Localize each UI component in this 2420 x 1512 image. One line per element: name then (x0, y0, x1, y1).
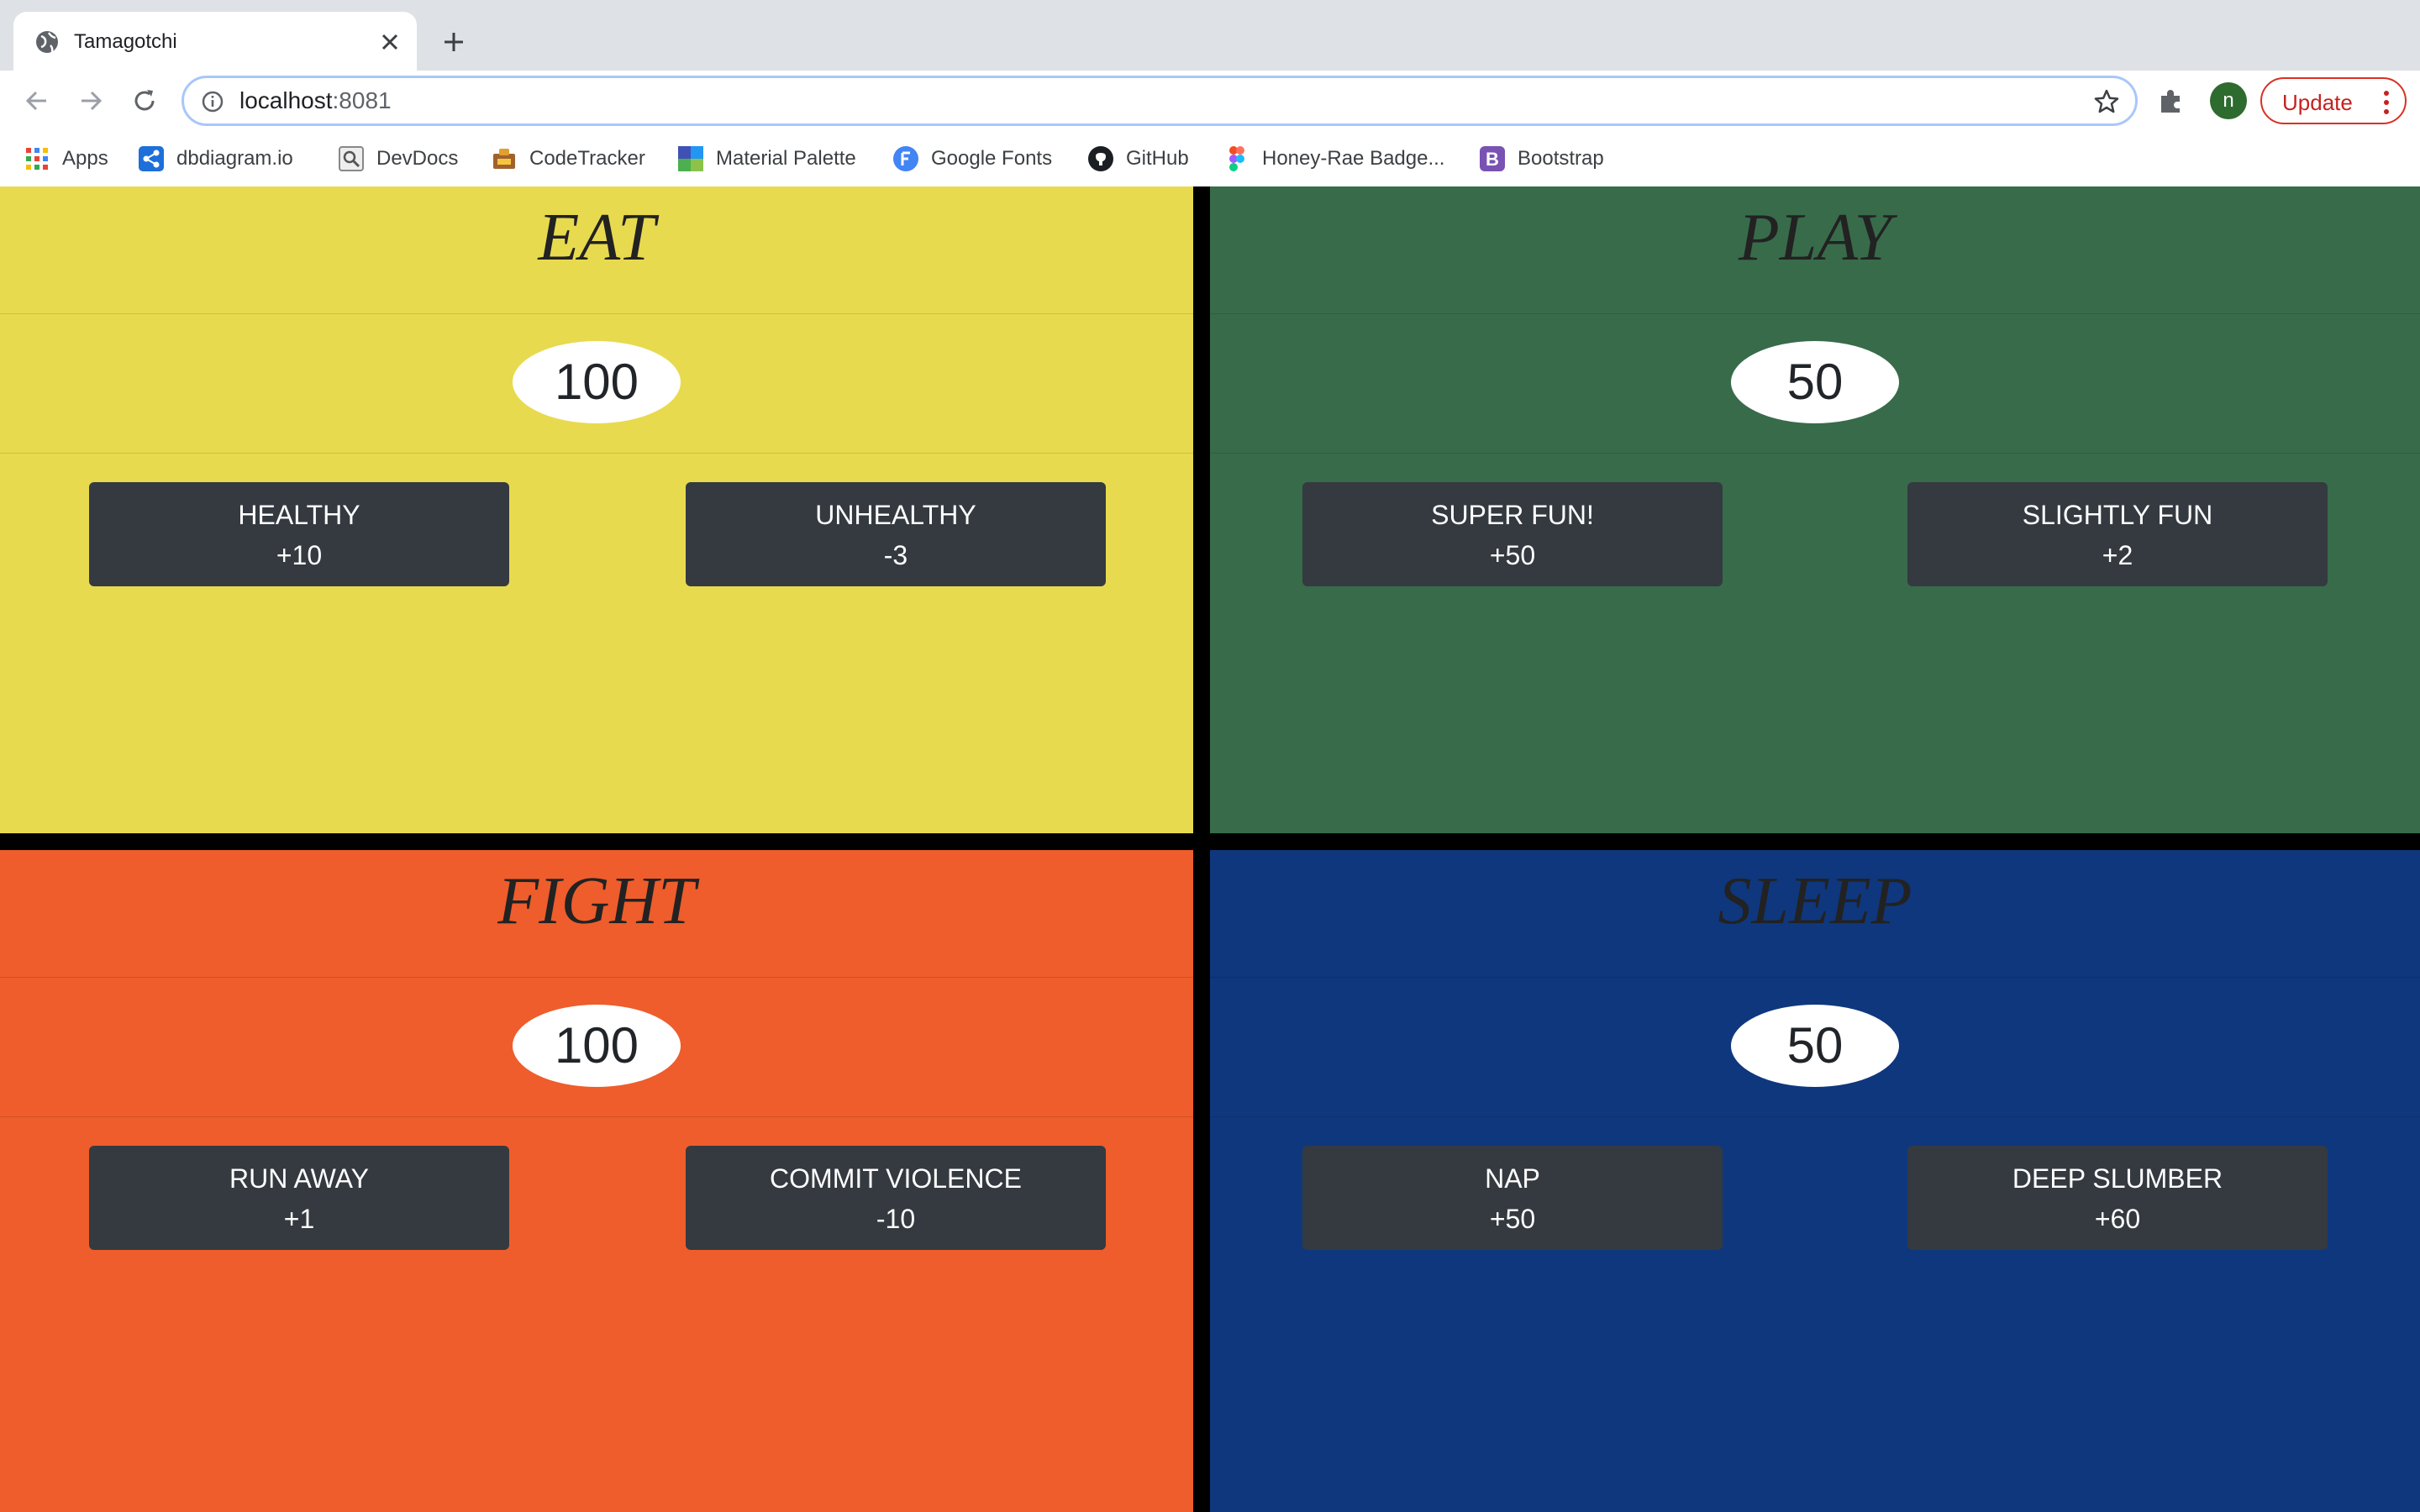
url-host: localhost (239, 87, 333, 113)
score-badge: 100 (513, 341, 681, 423)
panel-eat: EAT 100 HEALTHY +10 UNHEALTHY -3 (0, 186, 1193, 833)
svg-text:B: B (1486, 149, 1499, 170)
score-badge: 50 (1731, 341, 1899, 423)
bookmark-devdocs[interactable]: DevDocs (338, 143, 458, 175)
close-tab-icon[interactable] (373, 25, 407, 59)
bookmark-github[interactable]: GitHub (1087, 143, 1189, 175)
button-label: SUPER FUN! (1431, 500, 1594, 530)
bookmark-label: Apps (62, 147, 108, 170)
update-button[interactable]: Update (2260, 77, 2407, 124)
bookmark-label: Honey-Rae Badge... (1262, 147, 1445, 170)
bookmark-material-palette[interactable]: Material Palette (677, 143, 856, 175)
score-row: 100 (0, 978, 1193, 1117)
bookmark-apps[interactable]: Apps (24, 143, 108, 175)
button-value: +1 (283, 1204, 315, 1234)
score-badge: 100 (513, 1005, 681, 1087)
commit-violence-button[interactable]: COMMIT VIOLENCE -10 (686, 1146, 1106, 1250)
browser-toolbar: localhost:8081 n Update (0, 71, 2420, 131)
url-port: :8081 (332, 87, 392, 113)
button-label: UNHEALTHY (815, 500, 976, 530)
tab-strip: Tamagotchi (0, 0, 2420, 71)
bookmark-label: Material Palette (716, 147, 856, 170)
button-label: NAP (1485, 1163, 1540, 1194)
bookmark-codetracker[interactable]: CodeTracker (491, 143, 645, 175)
bookmark-label: CodeTracker (529, 147, 645, 170)
button-label: DEEP SLUMBER (2012, 1163, 2223, 1194)
button-value: +2 (2102, 540, 2133, 570)
button-value: +50 (1489, 540, 1536, 570)
score-row: 50 (1210, 314, 2420, 454)
reload-icon[interactable] (124, 81, 165, 121)
browser-tab[interactable]: Tamagotchi (13, 12, 417, 71)
panel-title: FIGHT (0, 850, 1193, 978)
slightly-fun-button[interactable]: SLIGHTLY FUN +2 (1907, 482, 2328, 586)
button-value: -10 (876, 1204, 916, 1234)
deep-slumber-button[interactable]: DEEP SLUMBER +60 (1907, 1146, 2328, 1250)
panel-fight: FIGHT 100 RUN AWAY +1 COMMIT VIOLENCE -1… (0, 850, 1193, 1512)
github-icon (1088, 146, 1113, 171)
panel-play: PLAY 50 SUPER FUN! +50 SLIGHTLY FUN +2 (1210, 186, 2420, 833)
url-text: localhost:8081 (239, 87, 392, 115)
score-row: 100 (0, 314, 1193, 454)
address-bar[interactable]: localhost:8081 (182, 76, 2138, 126)
score-row: 50 (1210, 978, 2420, 1117)
healthy-button[interactable]: HEALTHY +10 (89, 482, 509, 586)
bookmark-bootstrap[interactable]: B Bootstrap (1479, 143, 1604, 175)
button-value: -3 (883, 540, 908, 570)
button-label: HEALTHY (238, 500, 360, 530)
figma-icon (1229, 146, 1244, 171)
bookmark-label: Bootstrap (1518, 147, 1604, 170)
new-tab-icon[interactable] (434, 22, 474, 62)
panel-sleep: SLEEP 50 NAP +50 DEEP SLUMBER +60 (1210, 850, 2420, 1512)
codetracker-icon (493, 149, 515, 169)
google-fonts-icon (893, 146, 918, 171)
kebab-menu-icon[interactable] (2383, 89, 2390, 116)
bookmark-star-icon[interactable] (2093, 88, 2120, 115)
bookmark-label: GitHub (1126, 147, 1189, 170)
button-label: COMMIT VIOLENCE (770, 1163, 1022, 1194)
material-palette-icon (678, 146, 703, 171)
info-icon[interactable] (201, 90, 224, 113)
dbdiagram-icon (139, 146, 164, 171)
button-value: +60 (2094, 1204, 2141, 1234)
panel-title: EAT (0, 186, 1193, 314)
bookmark-dbdiagram[interactable]: dbdiagram.io (138, 143, 293, 175)
panel-title: PLAY (1210, 186, 2420, 314)
button-value: +10 (276, 540, 323, 570)
score-badge: 50 (1731, 1005, 1899, 1087)
devdocs-icon (339, 146, 364, 171)
bookmark-google-fonts[interactable]: Google Fonts (892, 143, 1052, 175)
super-fun-button[interactable]: SUPER FUN! +50 (1302, 482, 1723, 586)
profile-avatar[interactable]: n (2210, 82, 2247, 119)
globe-icon (36, 31, 58, 53)
bookmark-label: DevDocs (376, 147, 459, 170)
unhealthy-button[interactable]: UNHEALTHY -3 (686, 482, 1106, 586)
panel-title: SLEEP (1210, 850, 2420, 978)
button-label: SLIGHTLY FUN (2022, 500, 2213, 530)
nap-button[interactable]: NAP +50 (1302, 1146, 1723, 1250)
bookmark-honey-rae-badge[interactable]: Honey-Rae Badge... (1223, 143, 1444, 175)
back-arrow-icon[interactable] (17, 81, 57, 121)
bookmarks-bar: Apps dbdiagram.io DevDocs CodeTracker Ma… (0, 131, 2420, 186)
run-away-button[interactable]: RUN AWAY +1 (89, 1146, 509, 1250)
button-value: +50 (1489, 1204, 1536, 1234)
tab-title: Tamagotchi (74, 30, 177, 53)
extensions-puzzle-icon[interactable] (2156, 86, 2186, 116)
forward-arrow-icon[interactable] (71, 81, 111, 121)
button-label: RUN AWAY (229, 1163, 369, 1194)
apps-grid-icon (26, 148, 48, 170)
bookmark-label: dbdiagram.io (176, 147, 293, 170)
bootstrap-icon: B (1480, 146, 1505, 171)
bookmark-label: Google Fonts (931, 147, 1053, 170)
update-label: Update (2282, 90, 2353, 115)
tamagotchi-app: EAT 100 HEALTHY +10 UNHEALTHY -3 PLAY 50… (0, 186, 2420, 1512)
